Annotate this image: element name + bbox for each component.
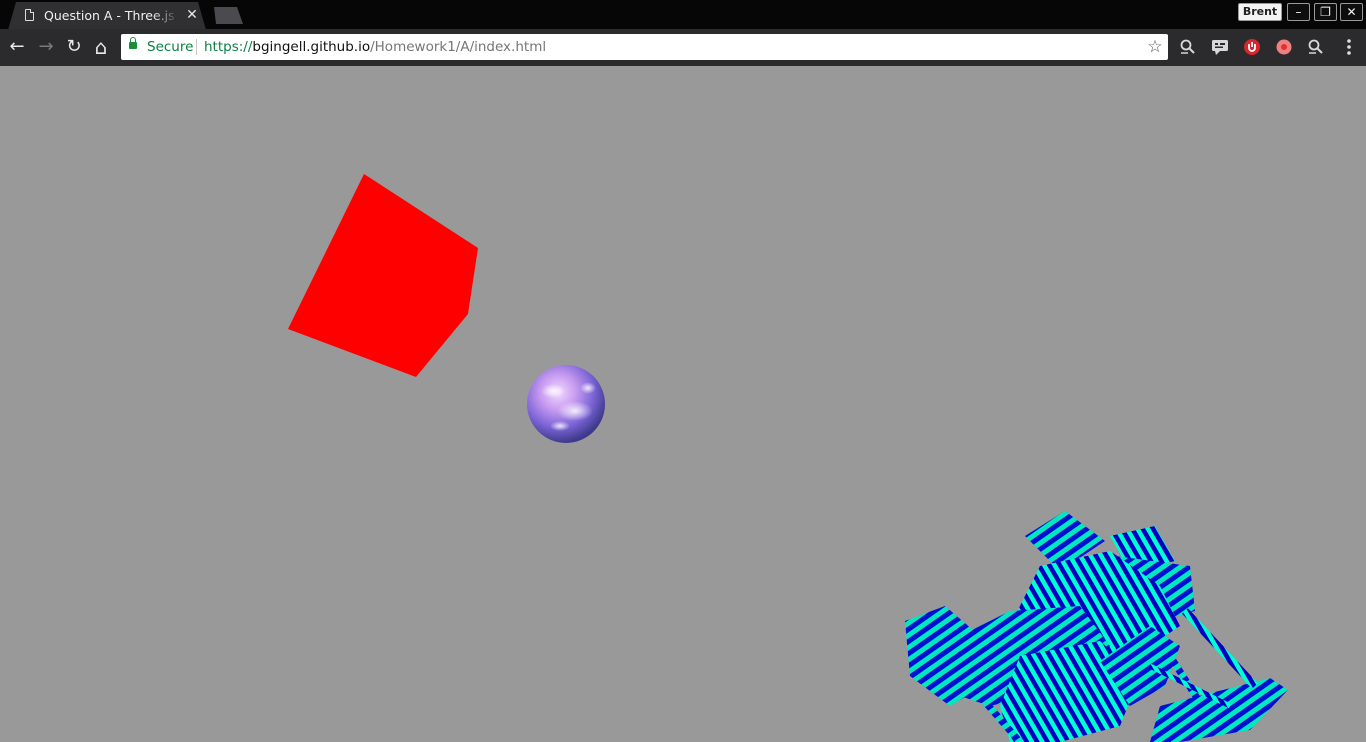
back-arrow-icon[interactable]: ← [6,36,28,58]
tab-active[interactable]: Question A - Three.js scene ✕ [8,2,206,30]
webgl-canvas[interactable] [0,66,1366,742]
reload-icon[interactable]: ↻ [63,36,85,58]
new-tab-button[interactable] [214,7,243,24]
document-icon [25,9,34,21]
restore-button[interactable]: ❐ [1314,3,1337,21]
forward-arrow-icon[interactable]: → [35,36,57,58]
chat-icon[interactable] [1211,38,1229,56]
striped-model [905,511,1288,742]
profile-button[interactable]: Brent [1238,3,1282,21]
url-scheme: https:// [204,39,253,55]
secure-label: Secure [147,39,194,55]
toolbar: ← → ↻ ⌂ Secure https://bgingell.github.i… [0,29,1366,66]
url-host: bgingell.github.io [252,39,371,55]
cube [288,174,478,377]
record-icon[interactable] [1275,38,1293,56]
bookmark-star-icon[interactable]: ☆ [1145,36,1165,58]
tab-title: Question A - Three.js scene [44,8,179,23]
scene-render [288,174,1288,742]
home-icon[interactable]: ⌂ [90,36,112,58]
tab-strip: Question A - Three.js scene ✕ Brent – ❐ … [0,0,1366,30]
address-bar[interactable]: Secure https://bgingell.github.io/Homewo… [121,34,1168,60]
lock-icon [129,37,137,49]
magnifier-icon[interactable] [1179,38,1197,56]
sphere [527,365,605,443]
address-separator [196,39,197,55]
minimize-button[interactable]: – [1287,3,1310,21]
browser-chrome: Question A - Three.js scene ✕ Brent – ❐ … [0,0,1366,66]
tab-close-icon[interactable]: ✕ [184,6,200,24]
close-window-button[interactable]: ✕ [1340,3,1363,21]
menu-icon[interactable] [1340,38,1358,56]
shield-icon[interactable] [1243,38,1261,56]
url-path: /Homework1/A/index.html [370,39,547,55]
magnifier-icon[interactable] [1307,38,1325,56]
url-text[interactable]: https://bgingell.github.io/Homework1/A/i… [204,38,546,56]
